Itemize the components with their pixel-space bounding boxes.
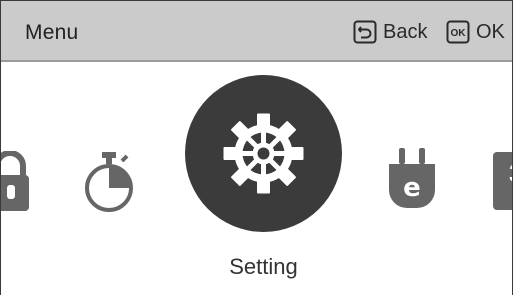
partial-menu-icon: 3 — [493, 152, 513, 210]
timer-icon — [85, 152, 133, 212]
menu-item-partial[interactable]: 3 — [493, 152, 513, 210]
header-bar: Menu Back OK OK — [1, 1, 512, 62]
ok-label: OK — [476, 20, 505, 43]
back-label: Back — [383, 20, 428, 43]
selected-item-label: Setting — [229, 254, 298, 279]
svg-text:3: 3 — [509, 158, 513, 188]
svg-text:OK: OK — [451, 28, 467, 39]
svg-text:e: e — [403, 173, 421, 203]
gear-icon — [223, 113, 304, 194]
menu-item-lock[interactable] — [1, 151, 29, 211]
menu-screen: Menu Back OK OK e Setting — [0, 0, 513, 295]
menu-item-setting[interactable] — [185, 75, 342, 232]
back-icon — [353, 20, 377, 44]
menu-carousel: e 3 Setting — [1, 62, 512, 295]
menu-item-timer[interactable] — [81, 150, 137, 214]
ok-key-icon: OK — [446, 20, 470, 44]
page-title: Menu — [25, 21, 79, 44]
back-button[interactable]: Back — [353, 20, 427, 44]
energy-plug-icon: e — [389, 148, 435, 208]
selected-circle — [185, 75, 342, 232]
ok-button[interactable]: OK OK — [446, 20, 505, 44]
lock-icon — [1, 151, 29, 211]
menu-item-energy[interactable]: e — [385, 148, 439, 212]
